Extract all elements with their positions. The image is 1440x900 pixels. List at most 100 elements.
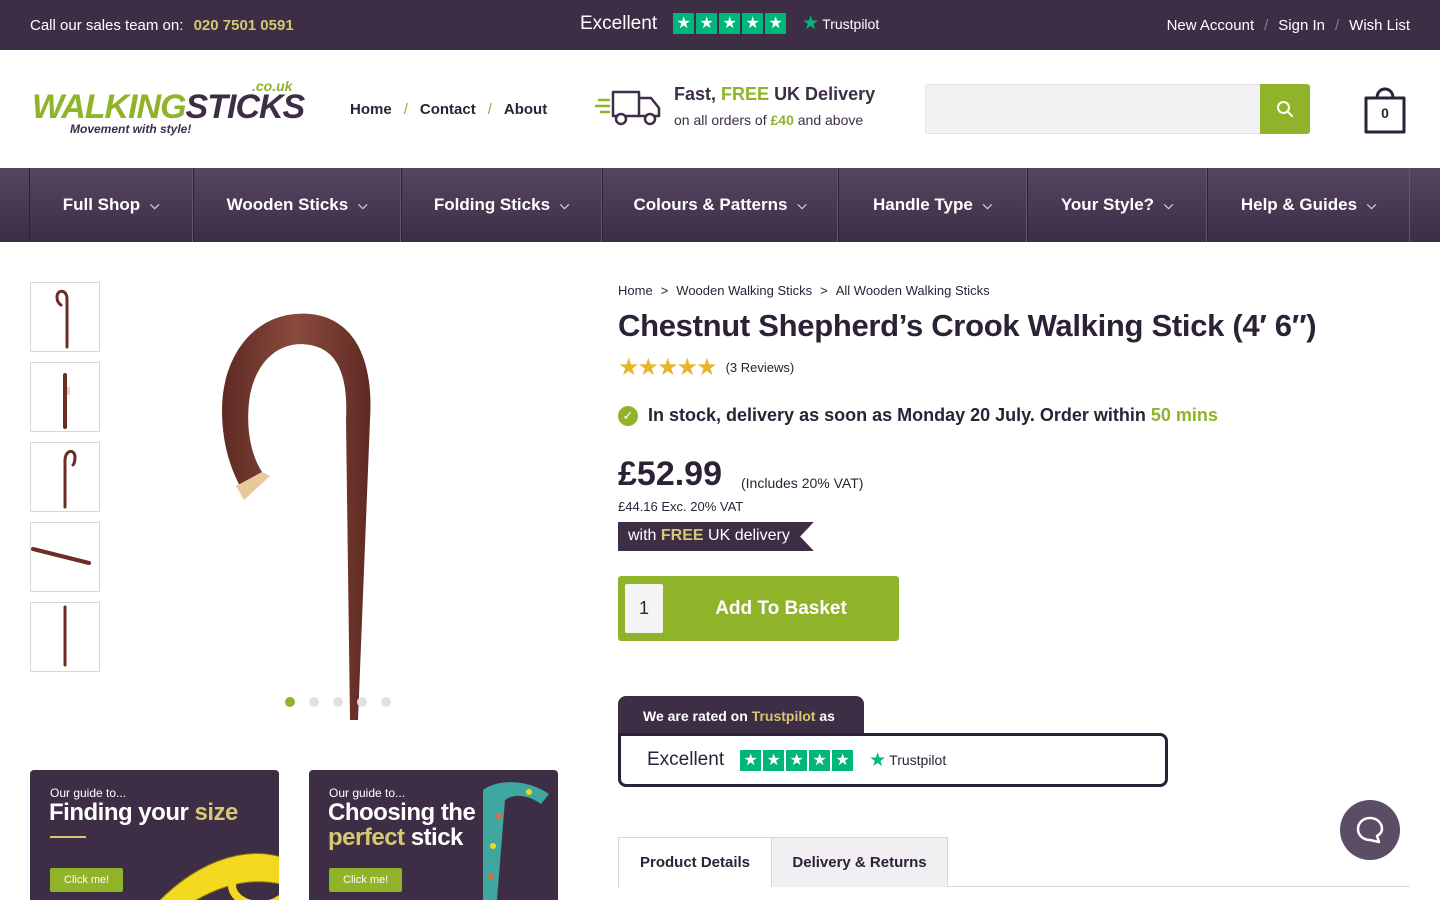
gallery-dot[interactable] xyxy=(357,697,367,707)
product-rating[interactable]: ★★★★★ (3 Reviews) xyxy=(618,353,794,382)
star-icon: ★ xyxy=(786,749,808,771)
product-thumbnail[interactable] xyxy=(30,602,100,672)
search-bar xyxy=(925,84,1310,134)
sales-phone-link[interactable]: 020 7501 0591 xyxy=(194,17,294,34)
stick-image xyxy=(63,450,77,509)
gallery-dot[interactable] xyxy=(309,697,319,707)
product-main-image[interactable] xyxy=(200,300,420,720)
star-icon: ★ xyxy=(809,749,831,771)
review-count[interactable]: (3 Reviews) xyxy=(726,360,795,375)
nav-contact[interactable]: Contact xyxy=(420,101,476,118)
category-label: Handle Type xyxy=(873,195,973,214)
star-icon: ★ xyxy=(696,13,718,34)
product-price: £52.99 xyxy=(618,455,722,493)
sales-label: Call our sales team on: xyxy=(30,17,184,34)
delivery-subline: on all orders of £40 and above xyxy=(674,112,864,128)
chevron-down-icon: ⌵ xyxy=(150,197,160,212)
category-label: Full Shop xyxy=(62,195,141,214)
gallery-dot[interactable] xyxy=(333,697,343,707)
category-colours-patterns[interactable]: Colours & Patterns ⌵ xyxy=(602,168,838,242)
guide-kicker: Our guide to... xyxy=(329,786,406,800)
product-thumbnail[interactable] xyxy=(30,442,100,512)
nav-about[interactable]: About xyxy=(504,101,547,118)
chevron-down-icon: ⌵ xyxy=(797,197,807,212)
category-handle-type[interactable]: Handle Type ⌵ xyxy=(838,168,1027,242)
gallery-dot[interactable] xyxy=(381,697,391,707)
basket-button[interactable]: 0 xyxy=(1362,82,1408,134)
trustpilot-brand: Trustpilot xyxy=(889,752,947,768)
guide-kicker: Our guide to... xyxy=(50,786,127,800)
trustpilot-logo: ★ Trustpilot xyxy=(869,749,946,772)
search-input[interactable] xyxy=(925,84,1261,134)
size-guide-banner[interactable]: Our guide to... Finding your size Click … xyxy=(30,770,279,900)
tab-product-details[interactable]: Product Details xyxy=(618,837,772,887)
category-folding-sticks[interactable]: Folding Sticks ⌵ xyxy=(401,168,602,242)
breadcrumb-all-wooden[interactable]: All Wooden Walking Sticks xyxy=(836,283,990,298)
site-logo[interactable]: .co.uk WALKINGSTICKS Movement with style… xyxy=(32,76,305,138)
trustpilot-widget[interactable]: Excellent ★ ★ ★ ★ ★ ★ Trustpilot xyxy=(618,733,1168,787)
category-label: Folding Sticks xyxy=(433,195,551,214)
category-label: Your Style? xyxy=(1060,195,1155,214)
sign-in-link[interactable]: Sign In xyxy=(1278,17,1325,34)
guide-cta-button[interactable]: Click me! xyxy=(50,868,124,892)
quantity-input[interactable]: 1 xyxy=(625,584,663,633)
trustpilot-stars: ★ ★ ★ ★ ★ xyxy=(673,13,787,34)
add-to-basket-button[interactable]: Add To Basket xyxy=(668,576,894,641)
stick-image xyxy=(55,289,69,349)
category-wooden-sticks[interactable]: Wooden Sticks ⌵ xyxy=(193,168,401,242)
trustpilot-star-icon: ★ xyxy=(869,749,887,771)
wish-list-link[interactable]: Wish List xyxy=(1349,17,1410,34)
ex-vat-price: £44.16 Exc. 20% VAT xyxy=(618,499,744,514)
star-icon: ★ xyxy=(673,13,695,34)
nav-home[interactable]: Home xyxy=(350,101,392,118)
product-thumbnail[interactable] xyxy=(30,522,100,592)
chevron-down-icon: ⌵ xyxy=(1367,197,1377,212)
breadcrumb-wooden-walking-sticks[interactable]: Wooden Walking Sticks xyxy=(676,283,812,298)
category-full-shop[interactable]: Full Shop ⌵ xyxy=(29,168,193,242)
category-label: Colours & Patterns xyxy=(633,195,788,214)
breadcrumb-separator: > xyxy=(660,283,669,298)
star-icon: ★ xyxy=(740,749,762,771)
chevron-down-icon: ⌵ xyxy=(982,197,992,212)
product-thumbnail[interactable] xyxy=(30,362,100,432)
product-thumbnail[interactable] xyxy=(30,282,100,352)
category-help-guides[interactable]: Help & Guides ⌵ xyxy=(1207,168,1410,242)
chat-bubble-icon xyxy=(1356,816,1384,844)
product-title: Chestnut Shepherd’s Crook Walking Stick … xyxy=(618,308,1317,343)
tab-delivery-returns[interactable]: Delivery & Returns xyxy=(771,837,948,887)
star-icon: ★ xyxy=(742,13,764,34)
trustpilot-logo: ★ Trustpilot xyxy=(802,12,879,35)
top-bar: Call our sales team on: 020 7501 0591 Ex… xyxy=(0,0,1440,50)
product-tabs: Product Details Delivery & Returns xyxy=(618,837,1410,887)
trustpilot-widget-header: We are rated on Trustpilot as xyxy=(618,696,864,736)
gallery-dot[interactable] xyxy=(285,697,295,707)
tape-measure-image xyxy=(159,853,279,900)
sales-contact: Call our sales team on: 020 7501 0591 xyxy=(30,17,294,34)
account-links: New Account / Sign In / Wish List xyxy=(1167,17,1410,34)
guide-title: Choosing the perfect stick xyxy=(328,799,476,851)
nav-separator: / xyxy=(403,101,408,118)
category-your-style[interactable]: Your Style? ⌵ xyxy=(1027,168,1207,242)
chevron-down-icon: ⌵ xyxy=(1164,197,1174,212)
breadcrumb-home[interactable]: Home xyxy=(618,283,653,298)
help-chat-button[interactable] xyxy=(1340,800,1400,860)
link-separator: / xyxy=(1334,17,1340,34)
add-to-basket-form: 1 Add To Basket xyxy=(618,576,899,641)
star-icon: ★ xyxy=(763,749,785,771)
main-nav: Home / Contact / About xyxy=(350,101,547,118)
chevron-down-icon: ⌵ xyxy=(358,197,368,212)
choosing-guide-banner[interactable]: Our guide to... Choosing the perfect stic… xyxy=(309,770,558,900)
delivery-headline: Fast, FREE UK Delivery xyxy=(674,84,876,104)
patterned-stick-image xyxy=(483,782,549,900)
delivery-promo: Fast, FREE UK Delivery on all orders of … xyxy=(595,82,895,132)
free-delivery-badge: with FREE UK delivery xyxy=(618,522,814,551)
guide-cta-button[interactable]: Click me! xyxy=(329,868,403,892)
stick-image xyxy=(63,605,67,667)
star-icon: ★ xyxy=(765,13,787,34)
search-button[interactable] xyxy=(1260,84,1310,134)
new-account-link[interactable]: New Account xyxy=(1167,17,1255,34)
breadcrumb: Home > Wooden Walking Sticks > All Woode… xyxy=(618,283,990,298)
category-label: Help & Guides xyxy=(1240,195,1358,214)
order-countdown: 50 mins xyxy=(1150,405,1218,425)
trustpilot-header-rating[interactable]: Excellent ★ ★ ★ ★ ★ ★ Trustpilot xyxy=(580,12,879,35)
